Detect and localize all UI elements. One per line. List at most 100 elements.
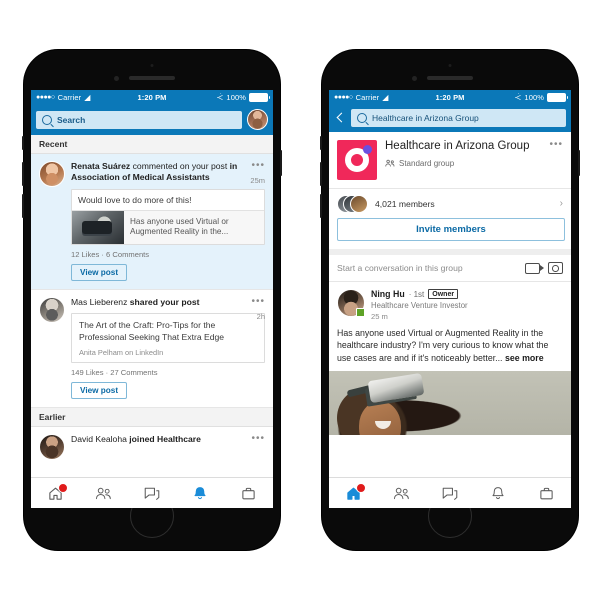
invite-members-button[interactable]: Invite members <box>337 218 565 241</box>
power-button[interactable] <box>578 150 580 176</box>
search-input[interactable]: Healthcare in Arizona Group <box>351 109 566 127</box>
overflow-menu-icon[interactable]: ••• <box>251 161 265 171</box>
proximity-sensor <box>448 64 452 67</box>
front-camera <box>412 76 417 81</box>
phone-screen-right: ●●●●○ Carrier ◢ 1:20 PM ᑆ 100% Healthcar… <box>329 90 571 508</box>
search-icon <box>42 114 52 125</box>
silent-switch[interactable] <box>22 136 24 150</box>
avatar[interactable] <box>39 297 65 323</box>
timestamp: 25m <box>250 176 265 185</box>
messaging-icon <box>442 487 458 500</box>
battery-percent-label: 100% <box>226 93 247 102</box>
volume-up-button[interactable] <box>22 162 24 186</box>
post-thumbnail <box>72 210 124 244</box>
bell-icon <box>492 486 504 499</box>
silent-switch[interactable] <box>320 136 322 150</box>
article-preview-card[interactable]: The Art of the Craft: Pro-Tips for the P… <box>71 313 265 363</box>
tab-home[interactable] <box>329 478 377 508</box>
tab-home[interactable] <box>31 478 79 508</box>
back-icon[interactable] <box>334 112 346 124</box>
group-name: Healthcare in Arizona Group <box>385 140 530 152</box>
view-post-button[interactable]: View post <box>71 264 128 281</box>
bell-icon <box>194 486 206 499</box>
battery-percent-label: 100% <box>524 93 545 102</box>
photo-vr-headset <box>367 373 425 404</box>
people-icon <box>96 487 111 499</box>
wifi-icon: ◢ <box>382 93 389 102</box>
signal-strength-icon: ●●●●○ <box>36 94 55 101</box>
volume-down-button[interactable] <box>22 194 24 218</box>
overflow-menu-icon[interactable]: ••• <box>549 140 563 150</box>
group-type-label: Standard group <box>399 158 455 168</box>
screenshot-canvas: ●●●●○ Carrier ◢ 1:20 PM ᑆ 100% Search Re… <box>0 0 600 600</box>
search-input[interactable]: Search <box>36 110 242 129</box>
post-author-name[interactable]: Ning Hu <box>371 289 405 299</box>
avatar[interactable] <box>39 161 65 187</box>
briefcase-icon <box>540 487 553 499</box>
notification-actor: Renata Suárez <box>71 161 131 171</box>
bottom-tab-bar <box>31 477 273 508</box>
tab-messaging[interactable] <box>128 478 176 508</box>
see-more-link[interactable]: see more <box>505 353 544 363</box>
section-header-earlier: Earlier <box>31 407 273 427</box>
conversation-composer[interactable]: Start a conversation in this group <box>329 249 571 282</box>
power-button[interactable] <box>280 150 282 176</box>
wifi-icon: ◢ <box>84 93 91 102</box>
notification-action: shared your post <box>129 297 200 307</box>
group-header: Healthcare in Arizona Group Standard gro… <box>329 132 571 189</box>
tab-my-network[interactable] <box>377 478 425 508</box>
video-icon[interactable] <box>525 262 544 274</box>
post-card: Ning Hu · 1st Owner Healthcare Venture I… <box>329 282 571 371</box>
signal-strength-icon: ●●●●○ <box>334 94 353 101</box>
chevron-right-icon: › <box>559 198 563 209</box>
notification-item[interactable]: Mas Lieberenz shared your post The Art o… <box>31 290 273 408</box>
overflow-menu-icon[interactable]: ••• <box>251 297 265 307</box>
notification-badge <box>58 483 69 493</box>
battery-icon <box>249 93 271 102</box>
group-type-icon <box>385 160 395 167</box>
status-bar: ●●●●○ Carrier ◢ 1:20 PM ᑆ 100% <box>31 90 273 105</box>
group-page[interactable]: Healthcare in Arizona Group Standard gro… <box>329 132 571 477</box>
tab-notifications[interactable] <box>176 478 224 508</box>
carrier-label: Carrier <box>355 93 380 102</box>
earpiece-speaker <box>427 76 473 80</box>
avatar[interactable] <box>247 109 268 130</box>
notification-actor: Mas Lieberenz <box>71 297 128 307</box>
volume-up-button[interactable] <box>320 162 322 186</box>
composer-placeholder: Start a conversation in this group <box>337 263 463 273</box>
top-nav-bar: Search <box>31 105 273 135</box>
presence-badge <box>356 308 365 317</box>
post-image[interactable] <box>329 371 571 436</box>
overflow-menu-icon[interactable]: ••• <box>251 433 265 443</box>
tab-my-network[interactable] <box>79 478 127 508</box>
post-timestamp: 25 m <box>371 312 388 321</box>
avatar[interactable] <box>337 289 365 317</box>
view-post-button[interactable]: View post <box>71 381 128 399</box>
section-header-recent: Recent <box>31 135 273 154</box>
bottom-tab-bar <box>329 477 571 508</box>
notification-action: joined Healthcare <box>129 433 201 444</box>
messaging-icon <box>144 487 160 500</box>
members-row[interactable]: 4,021 members › <box>329 189 571 218</box>
notification-badge <box>356 483 367 493</box>
front-camera <box>114 76 119 81</box>
tab-notifications[interactable] <box>474 478 522 508</box>
member-avatars <box>337 195 369 213</box>
tab-jobs[interactable] <box>523 478 571 508</box>
notification-item[interactable]: David Kealoha joined Healthcare ••• <box>31 427 273 462</box>
notification-item[interactable]: Renata Suárez commented on your post in … <box>31 154 273 290</box>
timestamp: 2h <box>256 312 265 321</box>
notifications-feed[interactable]: Recent Renata Suárez commented on your p… <box>31 135 273 477</box>
volume-down-button[interactable] <box>320 194 322 218</box>
camera-icon[interactable] <box>548 262 563 274</box>
bluetooth-icon: ᑆ <box>216 94 224 102</box>
logo-dot <box>363 145 372 154</box>
comment-preview-card[interactable]: Would love to do more of this! Has anyon… <box>71 188 265 245</box>
proximity-sensor <box>150 64 154 67</box>
article-title: The Art of the Craft: Pro-Tips for the P… <box>79 320 225 342</box>
avatar[interactable] <box>39 433 65 460</box>
owner-badge: Owner <box>428 289 459 299</box>
notification-text: David Kealoha joined Healthcare <box>71 434 265 445</box>
tab-jobs[interactable] <box>225 478 273 508</box>
tab-messaging[interactable] <box>426 478 474 508</box>
